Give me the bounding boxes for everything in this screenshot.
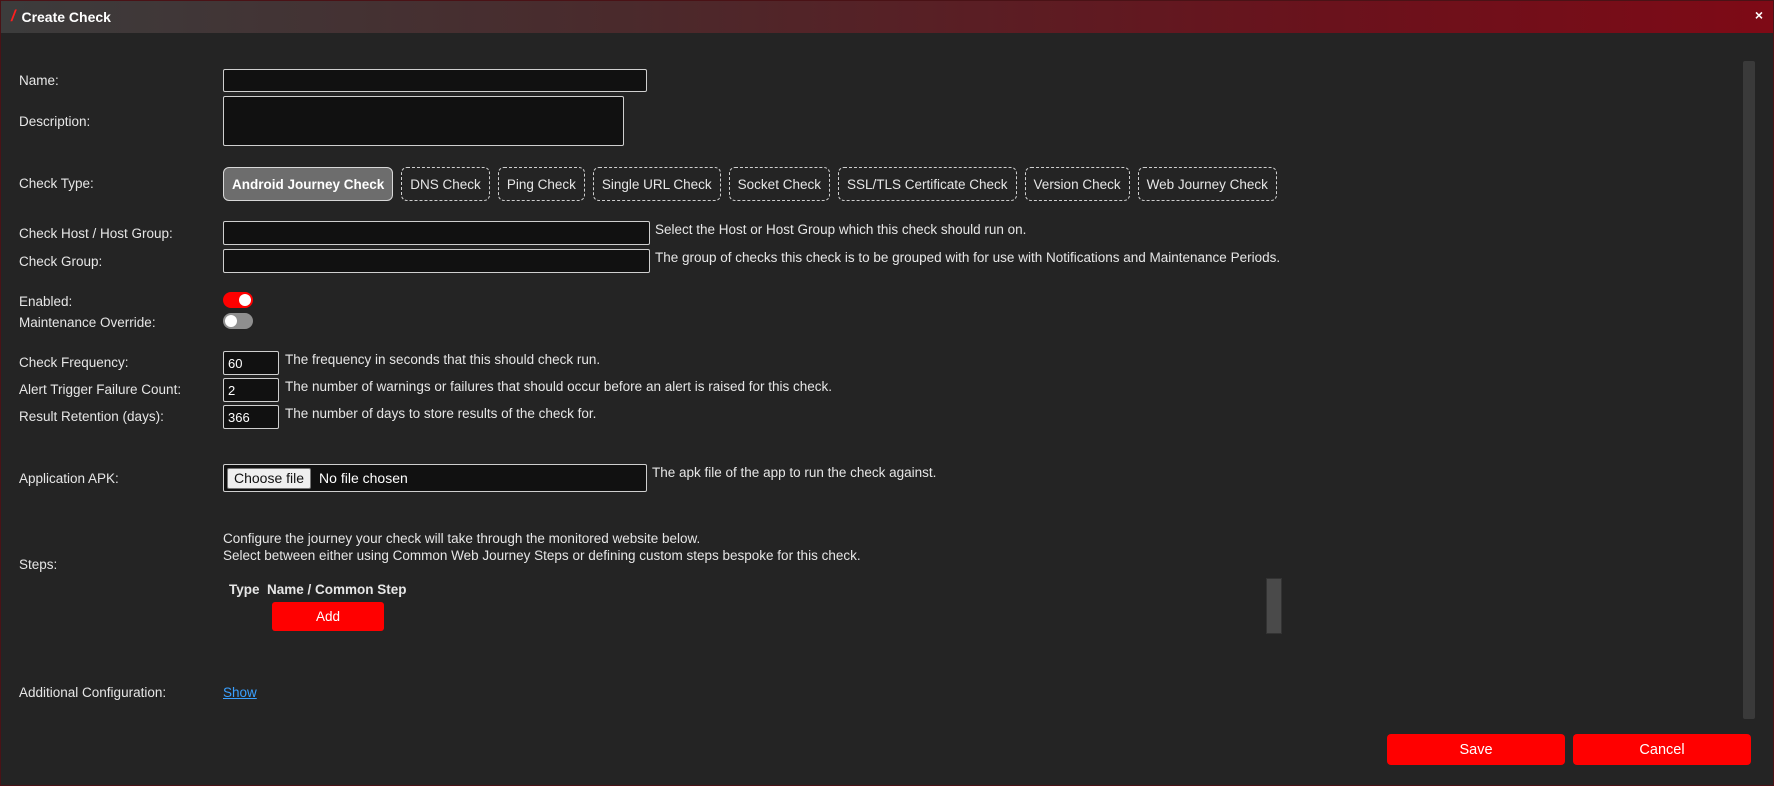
check-type-version[interactable]: Version Check [1024,167,1130,201]
name-input[interactable] [223,69,647,92]
steps-label: Steps: [19,557,58,572]
main-scrollbar[interactable] [1743,61,1755,719]
check-group-input[interactable] [223,249,650,273]
app-logo-slash-icon: / [11,8,16,25]
check-type-dns[interactable]: DNS Check [401,167,490,201]
alert-failure-count-label: Alert Trigger Failure Count: [19,382,182,397]
check-group-label: Check Group: [19,254,103,269]
result-retention-hint: The number of days to store results of t… [285,406,597,421]
dialog-title: Create Check [21,9,111,25]
toggle-knob [239,294,251,306]
maintenance-override-toggle[interactable] [223,313,253,329]
check-frequency-hint: The frequency in seconds that this shoul… [285,352,601,367]
description-textarea[interactable] [223,96,624,146]
add-step-button[interactable]: Add [272,602,384,631]
close-button[interactable]: × [1755,8,1763,22]
toggle-knob [225,315,237,327]
choose-file-button[interactable]: Choose file [227,467,312,489]
check-type-ssl-tls-certificate[interactable]: SSL/TLS Certificate Check [837,167,1017,201]
alert-failure-count-input[interactable] [223,378,279,402]
check-group-hint: The group of checks this check is to be … [655,250,1281,265]
file-status-text: No file chosen [319,470,408,486]
check-type-android-journey[interactable]: Android Journey Check [223,167,394,201]
check-frequency-label: Check Frequency: [19,355,129,370]
title-bar[interactable]: / Create Check × [1,1,1773,33]
application-apk-hint: The apk file of the app to run the check… [652,465,937,480]
alert-failure-count-hint: The number of warnings or failures that … [285,379,833,394]
enabled-toggle[interactable] [223,292,253,308]
check-type-single-url[interactable]: Single URL Check [592,167,721,201]
additional-configuration-label: Additional Configuration: [19,685,167,700]
cancel-button[interactable]: Cancel [1573,734,1751,765]
result-retention-label: Result Retention (days): [19,409,164,424]
check-type-socket[interactable]: Socket Check [728,167,830,201]
check-type-web-journey[interactable]: Web Journey Check [1137,167,1277,201]
steps-column-name: Name / Common Step [267,582,407,597]
application-apk-label: Application APK: [19,471,119,486]
check-type-ping[interactable]: Ping Check [497,167,585,201]
check-host-label: Check Host / Host Group: [19,226,173,241]
steps-description: Configure the journey your check will ta… [223,530,861,564]
save-button[interactable]: Save [1387,734,1565,765]
description-label: Description: [19,114,91,129]
check-host-hint: Select the Host or Host Group which this… [655,222,1027,237]
maintenance-override-label: Maintenance Override: [19,315,156,330]
check-host-input[interactable] [223,221,650,245]
name-label: Name: [19,73,59,88]
result-retention-input[interactable] [223,405,279,429]
steps-scrollbar[interactable] [1266,578,1282,634]
show-additional-configuration-link[interactable]: Show [223,685,257,700]
apk-file-input[interactable]: Choose file No file chosen [223,464,647,492]
enabled-label: Enabled: [19,294,73,309]
steps-description-line-2: Select between either using Common Web J… [223,548,861,563]
steps-column-type: Type [229,582,260,597]
create-check-dialog: / Create Check × Name: Description: Chec… [0,0,1774,786]
check-type-label: Check Type: [19,176,94,191]
check-frequency-input[interactable] [223,351,279,375]
steps-description-line-1: Configure the journey your check will ta… [223,531,701,546]
check-type-selector: Android Journey Check DNS Check Ping Che… [223,167,1277,201]
